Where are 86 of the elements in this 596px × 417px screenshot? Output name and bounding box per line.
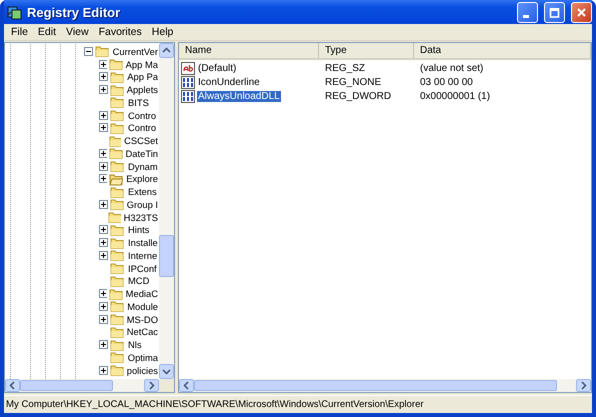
scroll-thumb[interactable] [159, 235, 174, 278]
menu-item[interactable]: Favorites [94, 26, 147, 38]
column-header[interactable]: Type [319, 43, 414, 58]
status-text: My Computer\HKEY_LOCAL_MACHINE\SOFTWARE\Microsoft\Windows\CurrentVersion\Explorer [6, 399, 424, 410]
scroll-thumb[interactable] [20, 380, 113, 391]
expand-icon[interactable] [99, 250, 108, 260]
expand-icon[interactable] [99, 238, 108, 248]
table-cell-text: 03 00 00 00 [419, 76, 474, 88]
expand-icon[interactable] [99, 314, 108, 324]
string-value-icon [181, 62, 195, 74]
tree-item[interactable]: IPConf [127, 262, 158, 274]
tree-item[interactable]: BITS [127, 96, 150, 108]
scroll-right-icon[interactable] [576, 379, 591, 392]
window-title: Registry Editor [27, 4, 122, 20]
table-cell-text: REG_NONE [324, 76, 382, 88]
value-name[interactable]: (Default) [197, 62, 238, 74]
tree-item[interactable]: policies [126, 364, 159, 376]
table-cell-text: REG_SZ [324, 62, 366, 74]
horizontal-scrollbar[interactable] [5, 379, 159, 392]
app-icon [6, 4, 22, 20]
expand-icon[interactable] [99, 225, 108, 234]
tree-item[interactable]: Hints [127, 224, 150, 236]
expand-icon[interactable] [99, 123, 108, 132]
tree-item[interactable]: MCD [127, 275, 150, 286]
tree-item[interactable]: Extens [127, 186, 158, 198]
expand-icon[interactable] [99, 289, 108, 298]
value-name[interactable]: IconUnderline [197, 76, 261, 88]
expand-icon[interactable] [99, 340, 108, 350]
tree-item[interactable]: Dynam [127, 160, 159, 172]
tree-item[interactable]: H323TS [122, 212, 159, 223]
menu-item[interactable]: Help [146, 26, 178, 38]
tree-item[interactable]: MS-DO [126, 314, 159, 325]
tree-item[interactable]: Optima [126, 352, 159, 363]
expand-icon[interactable] [99, 60, 108, 69]
scroll-right-icon[interactable] [144, 379, 159, 392]
menu-item[interactable]: View [61, 26, 94, 38]
scroll-thumb[interactable] [194, 380, 557, 391]
vertical-scrollbar[interactable] [159, 43, 174, 379]
tree-item[interactable]: Explore [125, 173, 159, 184]
expand-icon[interactable] [99, 85, 108, 94]
collapse-icon[interactable] [84, 46, 93, 56]
scroll-down-icon[interactable] [159, 364, 174, 379]
expand-icon[interactable] [99, 162, 108, 171]
table-cell-text: 0x00000001 (1) [419, 90, 492, 102]
tree-item[interactable]: CSCSet [123, 135, 159, 146]
expand-icon[interactable] [99, 366, 108, 375]
expand-icon[interactable] [99, 72, 108, 82]
tree-item[interactable]: Contro [127, 122, 158, 134]
binary-value-icon [181, 76, 195, 88]
column-header[interactable]: Data [414, 43, 591, 58]
horizontal-scrollbar[interactable] [179, 379, 591, 392]
table-cell-text: (value not set) [419, 62, 484, 74]
scroll-left-icon[interactable] [179, 379, 194, 392]
tree-item[interactable]: App Ma [124, 58, 159, 70]
expand-icon[interactable] [99, 200, 108, 209]
tree-item[interactable]: Group I [126, 198, 159, 210]
scroll-left-icon[interactable] [5, 379, 20, 392]
menu-item[interactable]: Edit [32, 26, 62, 38]
minimize-icon [523, 14, 529, 18]
tree-item[interactable]: App Pa [126, 71, 159, 82]
scroll-up-icon[interactable] [159, 43, 174, 58]
tree-item[interactable]: Nls [127, 339, 143, 350]
scrollbar-corner [159, 379, 174, 392]
expand-icon[interactable] [99, 174, 108, 184]
tree-item[interactable]: Interne [127, 250, 158, 261]
table-cell-text: REG_DWORD [324, 90, 392, 102]
tree-item[interactable]: Installe [127, 237, 159, 248]
tree-item[interactable]: Applets [126, 84, 159, 96]
tree-item[interactable]: NetCac [126, 326, 159, 338]
minimize-button[interactable] [517, 2, 538, 22]
close-icon [576, 6, 587, 18]
expand-icon[interactable] [99, 148, 108, 158]
expand-icon[interactable] [99, 110, 108, 120]
close-button[interactable] [571, 2, 592, 22]
maximize-button[interactable] [544, 2, 565, 22]
tree-item[interactable]: MediaC [124, 288, 159, 300]
tree-item[interactable]: DateTin [124, 148, 159, 159]
menu-item[interactable]: File [6, 26, 33, 38]
binary-value-icon [181, 90, 195, 102]
value-name[interactable]: AlwaysUnloadDLL [197, 90, 281, 102]
tree-item[interactable]: Module [126, 300, 159, 312]
expand-icon[interactable] [99, 302, 108, 311]
tree-item[interactable]: CurrentVer [112, 46, 159, 57]
maximize-icon [549, 6, 560, 18]
column-header[interactable]: Name [179, 43, 319, 58]
tree-item[interactable]: Contro [127, 110, 158, 121]
